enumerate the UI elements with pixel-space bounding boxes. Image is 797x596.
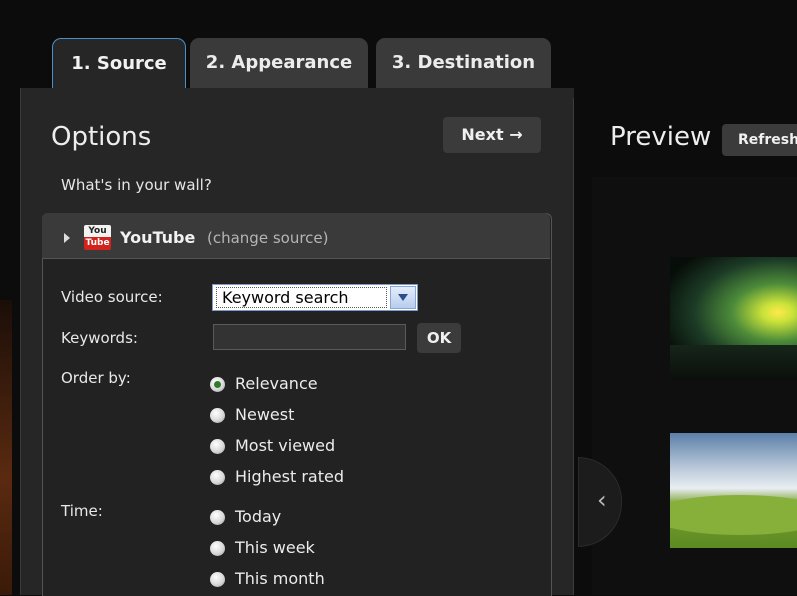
- radio-label: This month: [235, 569, 325, 588]
- edge-glow: [0, 300, 12, 595]
- next-button-label: Next: [461, 125, 504, 144]
- radio-checked-icon: [210, 377, 225, 392]
- radio-label: Today: [235, 507, 282, 526]
- chevron-down-icon[interactable]: [390, 286, 416, 309]
- radio-unchecked-icon: [210, 439, 225, 454]
- change-source-link[interactable]: (change source): [207, 229, 329, 247]
- radio-label: Newest: [235, 405, 295, 424]
- keywords-input[interactable]: [213, 324, 406, 350]
- radio-unchecked-icon: [210, 541, 225, 556]
- video-source-select[interactable]: Keyword search: [212, 284, 418, 311]
- video-thumbnail[interactable]: [670, 257, 797, 380]
- panel-divider: [573, 98, 574, 595]
- refresh-button[interactable]: Refresh: [722, 124, 797, 156]
- radio-label: Relevance: [235, 374, 318, 393]
- wall-question: What's in your wall?: [61, 176, 212, 194]
- radio-unchecked-icon: [210, 572, 225, 587]
- youtube-logo-icon: You Tube: [84, 225, 111, 250]
- tab-destination[interactable]: 3. Destination: [376, 38, 551, 88]
- order-by-label: Order by:: [61, 369, 131, 387]
- youtube-logo-top: You: [84, 225, 111, 237]
- youtube-logo-bottom: Tube: [84, 237, 111, 250]
- radio-unchecked-icon: [210, 510, 225, 525]
- radio-unchecked-icon: [210, 408, 225, 423]
- ok-button[interactable]: OK: [417, 323, 461, 353]
- time-label: Time:: [61, 502, 103, 520]
- preview-title: Preview: [610, 122, 712, 152]
- source-name: YouTube: [120, 228, 196, 247]
- next-button[interactable]: Next →: [443, 117, 541, 153]
- options-title: Options: [51, 122, 152, 152]
- expand-triangle-icon[interactable]: [64, 233, 70, 243]
- tab-appearance[interactable]: 2. Appearance: [190, 38, 368, 88]
- tab-source[interactable]: 1. Source: [52, 38, 186, 92]
- radio-label: Highest rated: [235, 467, 344, 486]
- radio-label: Most viewed: [235, 436, 336, 455]
- video-source-label: Video source:: [61, 288, 163, 306]
- video-thumbnail[interactable]: [670, 433, 797, 548]
- keywords-label: Keywords:: [61, 329, 138, 347]
- video-source-value: Keyword search: [216, 287, 387, 308]
- chevron-left-icon: ‹: [597, 486, 607, 514]
- arrow-right-icon: →: [509, 125, 523, 144]
- radio-label: This week: [235, 538, 315, 557]
- radio-unchecked-icon: [210, 470, 225, 485]
